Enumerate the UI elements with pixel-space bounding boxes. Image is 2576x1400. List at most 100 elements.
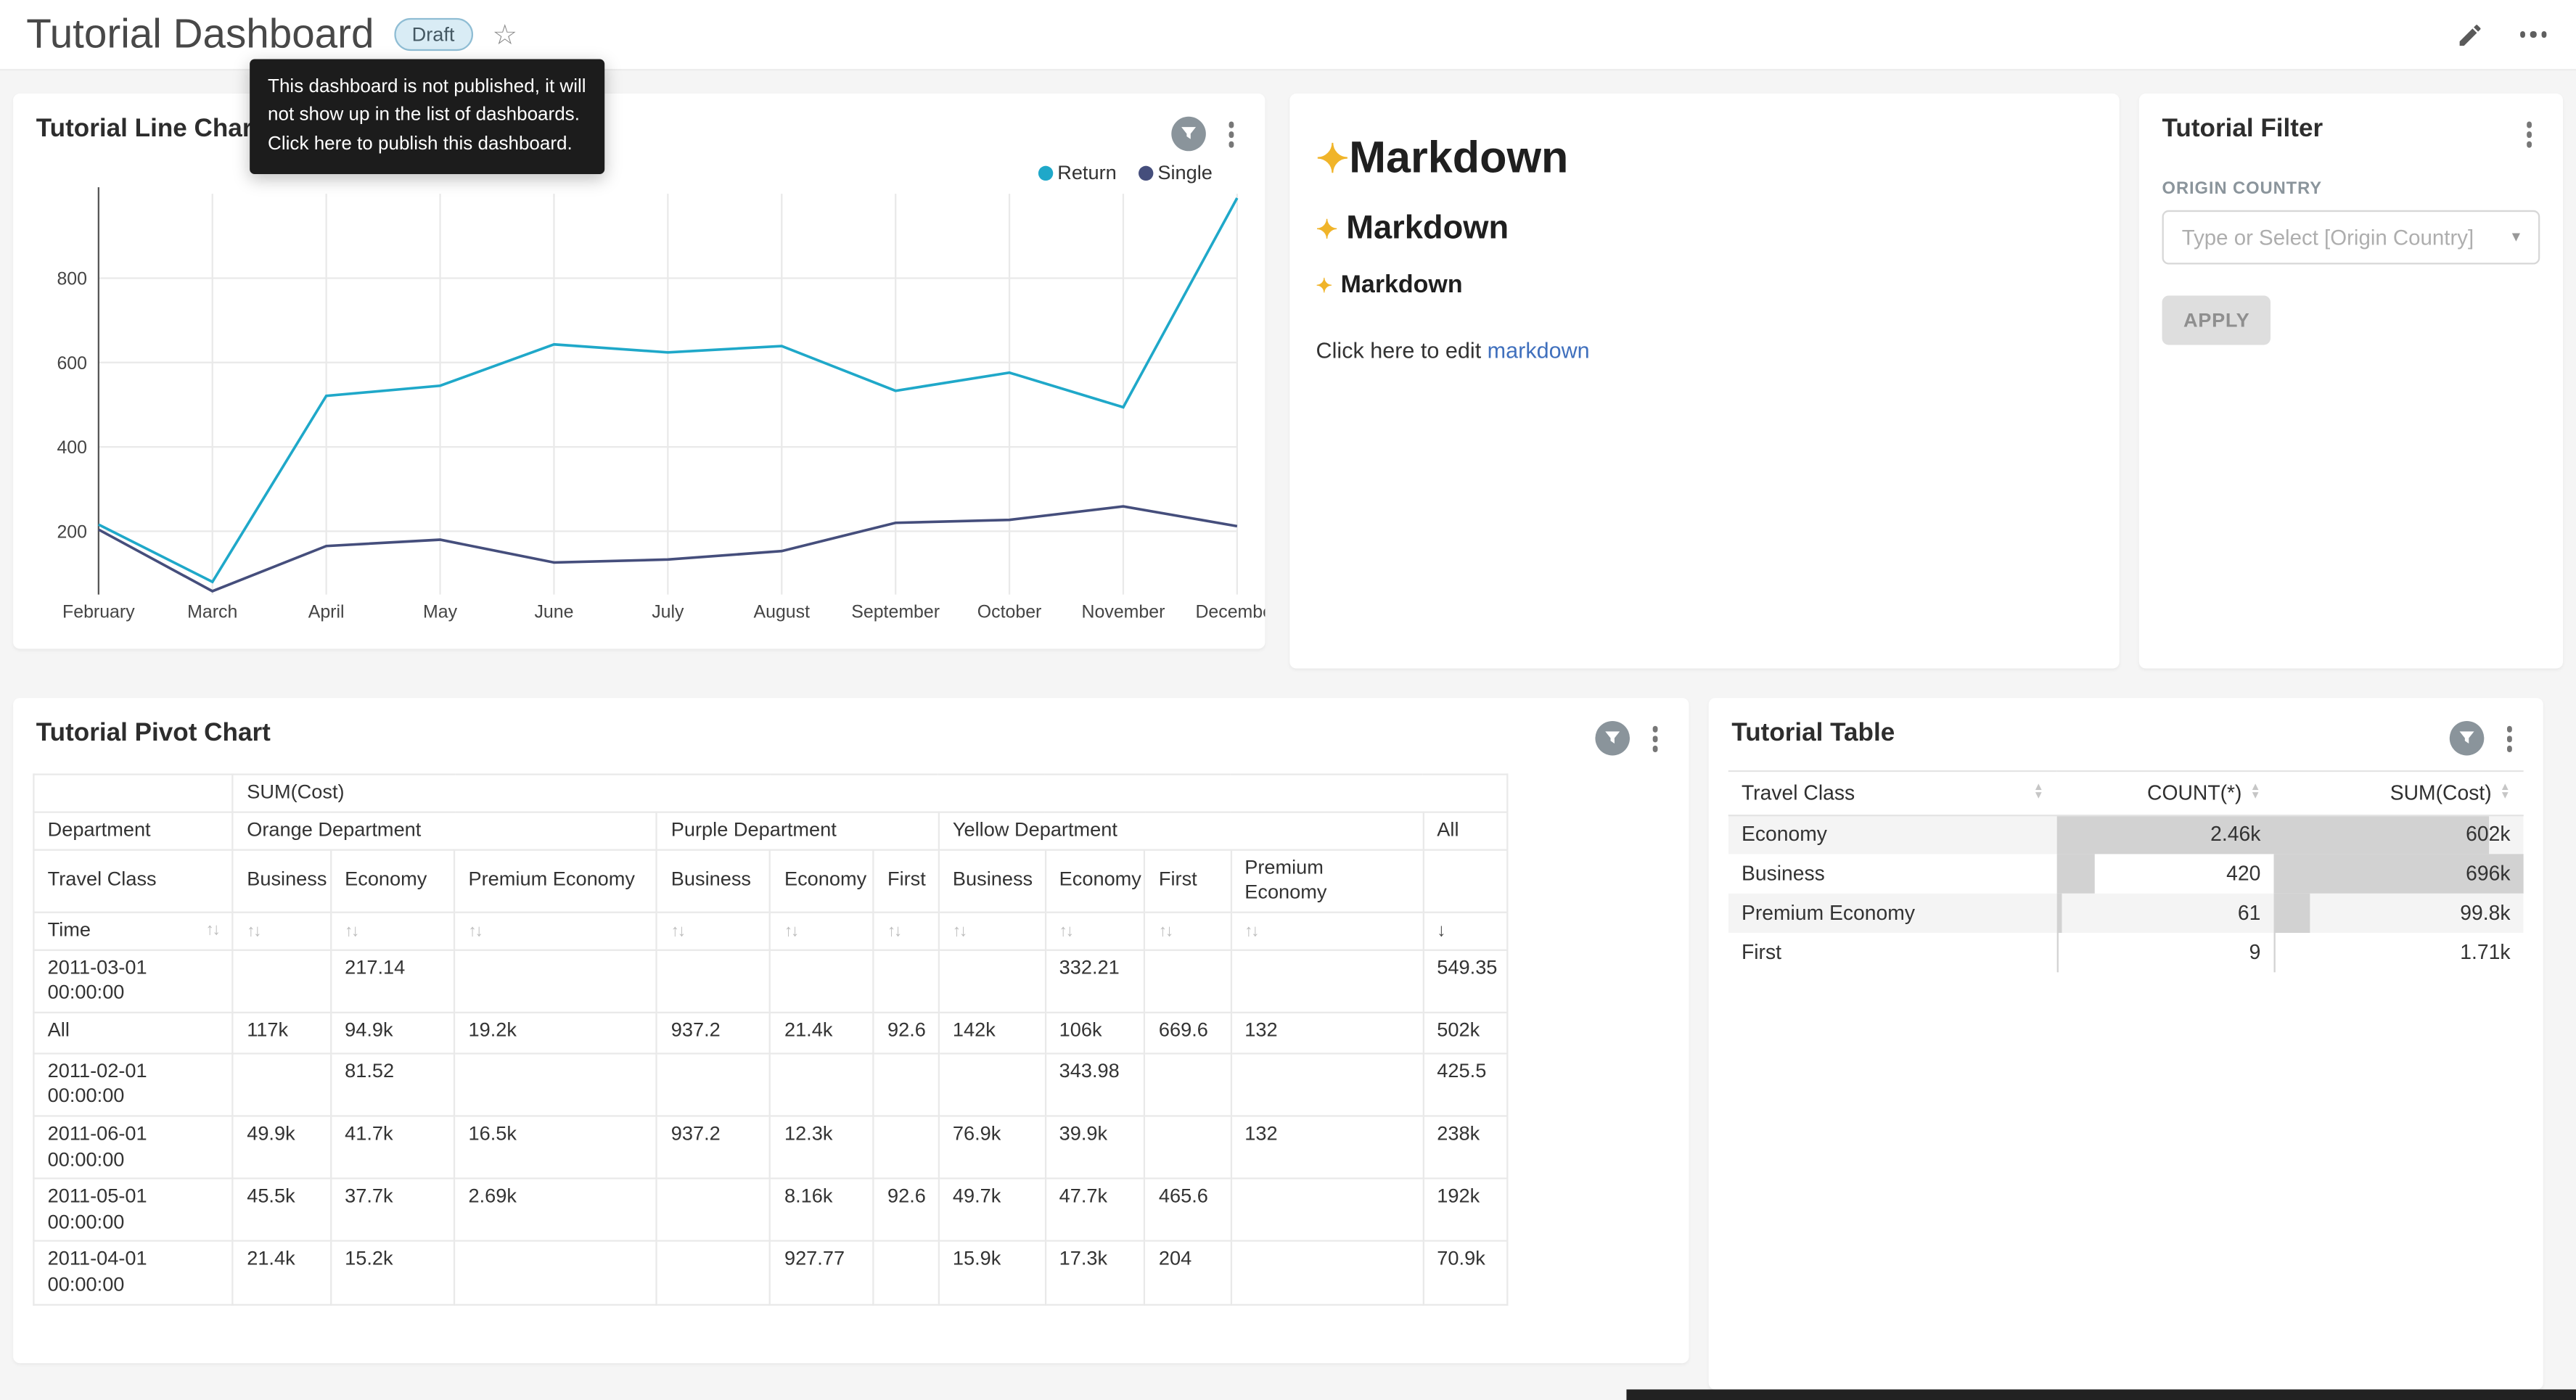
pivot-header-cell: Economy xyxy=(771,849,874,912)
sort-arrows-icon: ↑↓ xyxy=(469,923,482,941)
pivot-row: 2011-02-01 00:00:0081.52343.98425.5 xyxy=(33,1053,1507,1116)
pivot-cell: 502k xyxy=(1423,1013,1507,1054)
pivot-cell: 49.9k xyxy=(233,1116,331,1179)
sort-arrows-icon: ↑↓ xyxy=(345,923,358,941)
table-column-label: COUNT(*) xyxy=(2147,781,2242,804)
pivot-cell xyxy=(233,1053,331,1116)
filter-circle-icon[interactable] xyxy=(2449,722,2484,757)
pivot-cell: 937.2 xyxy=(657,1013,771,1054)
legend-item[interactable]: Single xyxy=(1138,161,1213,184)
pivot-sort-column[interactable]: ↑↓ xyxy=(454,912,657,950)
table-cell-sum-value: 1.71k xyxy=(2460,941,2510,964)
table-head-row: Travel Class ▲▼ COUNT(*)▲▼SUM(Cost)▲▼ xyxy=(1728,770,2524,815)
svg-text:July: July xyxy=(652,601,684,622)
pivot-cell: 81.52 xyxy=(331,1053,454,1116)
kebab-menu-icon[interactable] xyxy=(1220,117,1242,152)
pivot-cell: 465.6 xyxy=(1145,1179,1231,1241)
sort-carets-icon: ▲▼ xyxy=(2033,785,2044,799)
pivot-cell: 16.5k xyxy=(454,1116,657,1179)
pivot-cell: 49.7k xyxy=(939,1179,1046,1241)
table-cell-travel-class: Premium Economy xyxy=(1728,894,2057,933)
pivot-sort-column[interactable]: ↑↓ xyxy=(1145,912,1231,950)
pivot-cell: 669.6 xyxy=(1145,1013,1231,1054)
legend-item[interactable]: Return xyxy=(1038,161,1117,184)
pivot-sort-column[interactable]: ↑↓ xyxy=(874,912,939,950)
select-placeholder: Type or Select [Origin Country] xyxy=(2182,224,2474,249)
table-column-header[interactable]: SUM(Cost)▲▼ xyxy=(2274,770,2524,815)
sort-arrows-icon: ↑↓ xyxy=(784,923,797,941)
pivot-table: SUM(Cost)DepartmentOrange DepartmentPurp… xyxy=(33,773,1508,1305)
pivot-header-cell: Economy xyxy=(1045,849,1144,912)
svg-text:April: April xyxy=(308,601,345,622)
sort-arrows-icon: ↑↓ xyxy=(953,923,966,941)
apply-button[interactable]: APPLY xyxy=(2162,295,2271,344)
pivot-cell xyxy=(1145,950,1231,1012)
pivot-cell: 204 xyxy=(1145,1242,1231,1304)
pivot-cell: 76.9k xyxy=(939,1116,1046,1179)
origin-country-select[interactable]: Type or Select [Origin Country] ▾ xyxy=(2162,210,2540,264)
publish-tooltip[interactable]: This dashboard is not published, it will… xyxy=(250,59,604,174)
pivot-row-header: 2011-04-01 00:00:00 xyxy=(33,1242,233,1304)
pivot-sort-column[interactable]: ↑↓ xyxy=(233,912,331,950)
pivot-row: 2011-06-01 00:00:0049.9k41.7k16.5k937.21… xyxy=(33,1116,1507,1179)
pivot-sort-column[interactable]: ↑↓ xyxy=(1231,912,1423,950)
kebab-menu-icon[interactable] xyxy=(2498,721,2521,757)
pivot-cell xyxy=(657,1179,771,1241)
table-column-header[interactable]: COUNT(*)▲▼ xyxy=(2057,770,2274,815)
pivot-cell: 117k xyxy=(233,1013,331,1054)
pivot-cell: 2.69k xyxy=(454,1179,657,1241)
sort-arrows-icon: ↑↓ xyxy=(247,923,260,941)
table-cell-count-value: 9 xyxy=(2249,941,2261,964)
pivot-cell xyxy=(657,1242,771,1304)
table-column-label: Travel Class xyxy=(1742,781,1855,804)
more-actions-icon[interactable] xyxy=(2516,22,2549,47)
pivot-cell xyxy=(939,950,1046,1012)
filter-circle-icon[interactable] xyxy=(1594,722,1629,757)
pivot-cell xyxy=(233,950,331,1012)
markdown-h2-text: Markdown xyxy=(1346,210,1509,247)
chevron-down-icon: ▾ xyxy=(2512,228,2520,246)
pivot-sort-row-header[interactable]: Time↑↓ xyxy=(33,912,233,950)
kebab-menu-icon[interactable] xyxy=(2518,117,2540,152)
pivot-header-cell: Purple Department xyxy=(657,811,939,849)
pivot-cell: 132 xyxy=(1231,1116,1423,1179)
markdown-heading-3: ✦Markdown xyxy=(1316,271,2093,299)
edit-dashboard-icon[interactable] xyxy=(2456,20,2483,48)
pivot-sort-column[interactable]: ↑↓ xyxy=(771,912,874,950)
markdown-link[interactable]: markdown xyxy=(1488,338,1590,363)
svg-text:200: 200 xyxy=(57,522,87,542)
table-column-header[interactable]: Travel Class ▲▼ xyxy=(1728,770,2057,815)
dashboard-viewport: Tutorial Dashboard Draft ☆ This dashboar… xyxy=(0,0,2576,1400)
filter-circle-icon[interactable] xyxy=(1170,117,1205,152)
table-cell-sum: 99.8k xyxy=(2274,894,2524,933)
pivot-cell xyxy=(657,950,771,1012)
draft-status-badge[interactable]: Draft xyxy=(394,18,473,51)
pivot-row: 2011-05-01 00:00:0045.5k37.7k2.69k8.16k9… xyxy=(33,1179,1507,1241)
pivot-cell: 927.77 xyxy=(771,1242,874,1304)
cell-bar xyxy=(2274,933,2275,972)
table-body: Economy2.46k602kBusiness420696kPremium E… xyxy=(1728,815,2524,972)
pivot-sort-column[interactable]: ↑↓ xyxy=(657,912,771,950)
pivot-cell: 106k xyxy=(1045,1013,1144,1054)
pivot-sort-column[interactable]: ↓ xyxy=(1423,912,1507,950)
pivot-cell xyxy=(874,1053,939,1116)
pivot-cell: 332.21 xyxy=(1045,950,1144,1012)
pivot-sort-column[interactable]: ↑↓ xyxy=(331,912,454,950)
pivot-cell: 94.9k xyxy=(331,1013,454,1054)
pivot-header-cell: Economy xyxy=(331,849,454,912)
pivot-cell: 132 xyxy=(1231,1013,1423,1054)
pivot-header-cell xyxy=(1423,849,1507,912)
pivot-sort-column[interactable]: ↑↓ xyxy=(939,912,1046,950)
kebab-menu-icon[interactable] xyxy=(1644,721,1666,757)
pivot-sort-column[interactable]: ↑↓ xyxy=(1045,912,1144,950)
pivot-cell: 17.3k xyxy=(1045,1242,1144,1304)
svg-text:June: June xyxy=(534,601,573,622)
pivot-row-header: 2011-06-01 00:00:00 xyxy=(33,1116,233,1179)
svg-text:October: October xyxy=(977,601,1042,622)
favorite-star-icon[interactable]: ☆ xyxy=(493,20,518,48)
pivot-cell xyxy=(454,1242,657,1304)
pivot-cell xyxy=(939,1053,1046,1116)
table-card-title: Tutorial Table xyxy=(1731,720,1895,749)
table-cell-count: 61 xyxy=(2057,894,2274,933)
pivot-cell: 8.16k xyxy=(771,1179,874,1241)
